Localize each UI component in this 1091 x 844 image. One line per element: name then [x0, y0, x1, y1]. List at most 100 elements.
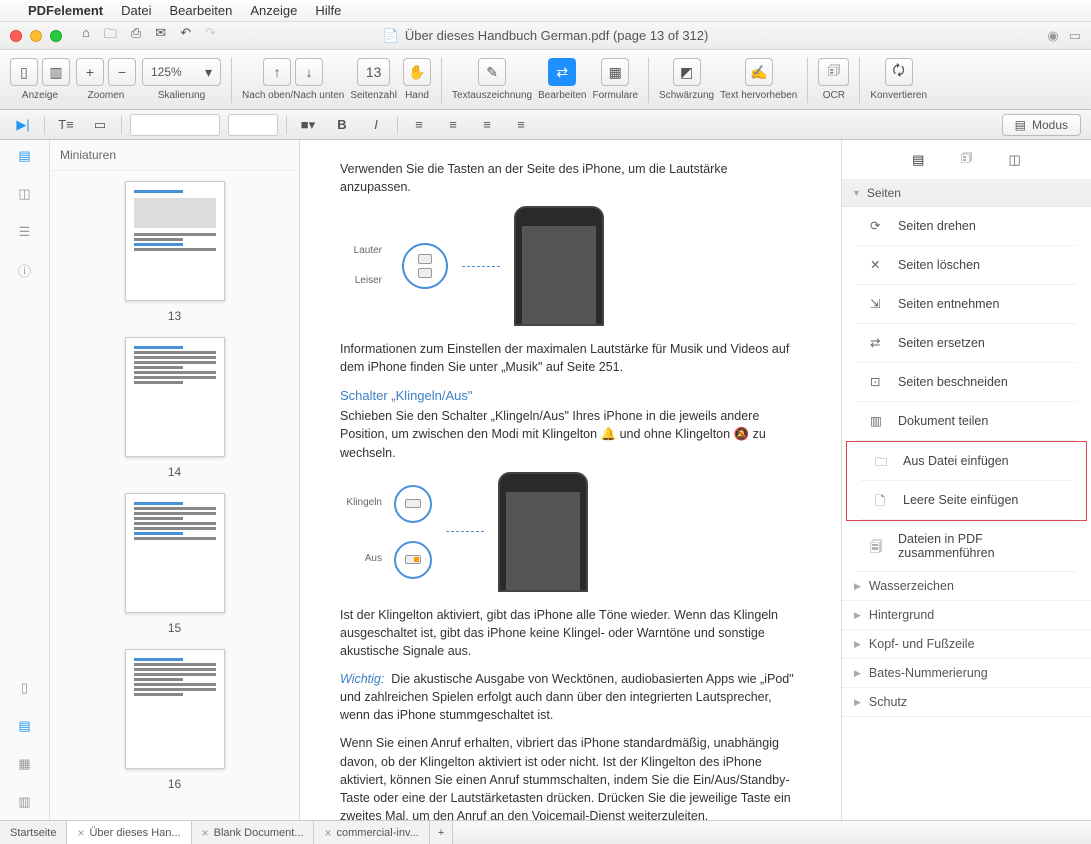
bates-section[interactable]: ▶Bates-Nummerierung — [842, 659, 1091, 688]
page-down-button[interactable]: ↓ — [295, 58, 323, 86]
print-icon[interactable]: ⎙ — [131, 25, 141, 47]
view-mode-1-icon[interactable]: ▯ — [16, 680, 34, 696]
mail-icon[interactable]: ✉ — [155, 25, 166, 47]
text-block-icon[interactable]: T≡ — [53, 114, 79, 136]
minimize-window-button[interactable] — [30, 30, 42, 42]
outline-tab-icon[interactable]: ☰ — [16, 224, 34, 240]
panel-toggle-icon[interactable]: ▭ — [1069, 28, 1081, 44]
undo-icon[interactable]: ↶ — [180, 25, 191, 47]
security-section[interactable]: ▶Schutz — [842, 688, 1091, 717]
home-icon[interactable]: ⌂ — [82, 25, 90, 47]
tab-blank-doc[interactable]: ×Blank Document... — [192, 821, 315, 844]
page-thumbnail[interactable] — [125, 337, 225, 457]
help-icon[interactable]: ◉ — [1047, 28, 1058, 44]
view-single-button[interactable]: ▯ — [10, 58, 38, 86]
font-size-dropdown[interactable] — [228, 114, 278, 136]
close-tab-icon[interactable]: × — [324, 826, 331, 840]
bookmarks-tab-icon[interactable]: ◫ — [16, 186, 34, 202]
font-family-dropdown[interactable] — [130, 114, 220, 136]
watermark-section[interactable]: ▶Wasserzeichen — [842, 572, 1091, 601]
image-block-icon[interactable]: ▭ — [87, 114, 113, 136]
zoom-value-dropdown[interactable]: 125%▾ — [142, 58, 221, 86]
hand-tool-button[interactable]: ✋ — [403, 58, 431, 86]
forms-button[interactable]: ▦ — [601, 58, 629, 86]
bold-button[interactable]: B — [329, 114, 355, 136]
doc-paragraph: Informationen zum Einstellen der maximal… — [340, 340, 801, 376]
page-number-input[interactable]: 13 — [357, 58, 391, 86]
edit-button[interactable]: ⇄ — [548, 58, 576, 86]
zoom-out-button[interactable]: − — [108, 58, 136, 86]
view-mode-3-icon[interactable]: ▦ — [16, 756, 34, 772]
page-thumbnail[interactable] — [125, 649, 225, 769]
background-section[interactable]: ▶Hintergrund — [842, 601, 1091, 630]
view-mode-4-icon[interactable]: ▥ — [16, 794, 34, 810]
text-label: Textauszeichnung — [452, 90, 532, 101]
add-tab-button[interactable]: + — [430, 821, 453, 844]
page-thumbnail[interactable] — [125, 493, 225, 613]
page-up-button[interactable]: ↑ — [263, 58, 291, 86]
view-double-button[interactable]: ▥ — [42, 58, 70, 86]
format-bar: ▶| T≡ ▭ ■▾ B I ≡ ≡ ≡ ≡ ▤ Modus — [0, 110, 1091, 140]
formulare-label: Formulare — [592, 90, 638, 101]
close-window-button[interactable] — [10, 30, 22, 42]
redact-button[interactable]: ◩ — [673, 58, 701, 86]
cursor-mode-icon[interactable]: ▶| — [10, 114, 36, 136]
document-title-text: Über dieses Handbuch German.pdf (page 13… — [405, 28, 709, 43]
align-right-button[interactable]: ≡ — [474, 114, 500, 136]
redo-icon[interactable]: ↷ — [205, 25, 216, 47]
menu-anzeige[interactable]: Anzeige — [250, 3, 297, 18]
item-label: Aus Datei einfügen — [903, 454, 1009, 468]
zoom-in-button[interactable]: + — [76, 58, 104, 86]
doc-heading: Schalter „Klingeln/Aus" — [340, 387, 801, 406]
item-label: Seiten ersetzen — [898, 336, 985, 350]
menu-hilfe[interactable]: Hilfe — [315, 3, 341, 18]
app-menu[interactable]: PDFelement — [28, 3, 103, 18]
highlight-button[interactable]: ✍ — [745, 58, 773, 86]
hervor-label: Text hervorheben — [720, 90, 797, 101]
insert-from-file-item[interactable]: 🗀Aus Datei einfügen — [861, 442, 1072, 481]
menu-datei[interactable]: Datei — [121, 3, 151, 18]
replace-pages-item[interactable]: ⇄Seiten ersetzen — [856, 324, 1077, 363]
seiten-section-header[interactable]: ▼Seiten — [842, 180, 1091, 207]
folder-icon[interactable]: 🗀 — [104, 25, 117, 47]
thumb-label: 13 — [168, 309, 181, 323]
skalierung-label: Skalierung — [158, 90, 205, 101]
convert-button[interactable]: 🗘 — [885, 58, 913, 86]
header-footer-section[interactable]: ▶Kopf- und Fußzeile — [842, 630, 1091, 659]
delete-pages-item[interactable]: ✕Seiten löschen — [856, 246, 1077, 285]
pages-panel-tab-icon[interactable]: ▤ — [912, 152, 924, 168]
tab-current-doc[interactable]: ×Über dieses Han... — [67, 821, 191, 844]
mode-dropdown[interactable]: ▤ Modus — [1002, 114, 1081, 136]
insert-blank-page-item[interactable]: 🗋Leere Seite einfügen — [861, 481, 1072, 520]
silent-switch-callout — [394, 541, 432, 579]
align-justify-button[interactable]: ≡ — [508, 114, 534, 136]
close-tab-icon[interactable]: × — [202, 826, 209, 840]
thumbnails-tab-icon[interactable]: ▤ — [16, 148, 34, 164]
annotation-button[interactable]: ✎ — [478, 58, 506, 86]
view-mode-2-icon[interactable]: ▤ — [16, 718, 34, 734]
info-tab-icon[interactable]: ⓘ — [16, 262, 34, 278]
zoom-window-button[interactable] — [50, 30, 62, 42]
tab-startseite[interactable]: Startseite — [0, 821, 67, 844]
close-tab-icon[interactable]: × — [77, 826, 84, 840]
align-center-button[interactable]: ≡ — [440, 114, 466, 136]
iphone-illustration — [514, 206, 604, 326]
ocr-button[interactable]: 🗊 — [818, 58, 849, 86]
page-thumbnail[interactable] — [125, 181, 225, 301]
split-panel-tab-icon[interactable]: ◫ — [1009, 152, 1021, 168]
tab-commercial[interactable]: ×commercial-inv... — [314, 821, 429, 844]
text-color-button[interactable]: ■▾ — [295, 114, 321, 136]
align-left-button[interactable]: ≡ — [406, 114, 432, 136]
seitenzahl-label: Seitenzahl — [350, 90, 397, 101]
extract-pages-item[interactable]: ⇲Seiten entnehmen — [856, 285, 1077, 324]
split-document-item[interactable]: ▥Dokument teilen — [856, 402, 1077, 441]
crop-pages-item[interactable]: ⊡Seiten beschneiden — [856, 363, 1077, 402]
menu-bearbeiten[interactable]: Bearbeiten — [170, 3, 233, 18]
italic-button[interactable]: I — [363, 114, 389, 136]
combine-pdf-item[interactable]: 🗐Dateien in PDF zusammenführen — [856, 521, 1077, 572]
document-view[interactable]: Verwenden Sie die Tasten an der Seite de… — [300, 140, 841, 820]
item-label: Seiten beschneiden — [898, 375, 1008, 389]
nav-label: Nach oben/Nach unten — [242, 90, 344, 101]
comments-panel-tab-icon[interactable]: 🗊 — [960, 149, 972, 171]
rotate-pages-item[interactable]: ⟳Seiten drehen — [856, 207, 1077, 246]
